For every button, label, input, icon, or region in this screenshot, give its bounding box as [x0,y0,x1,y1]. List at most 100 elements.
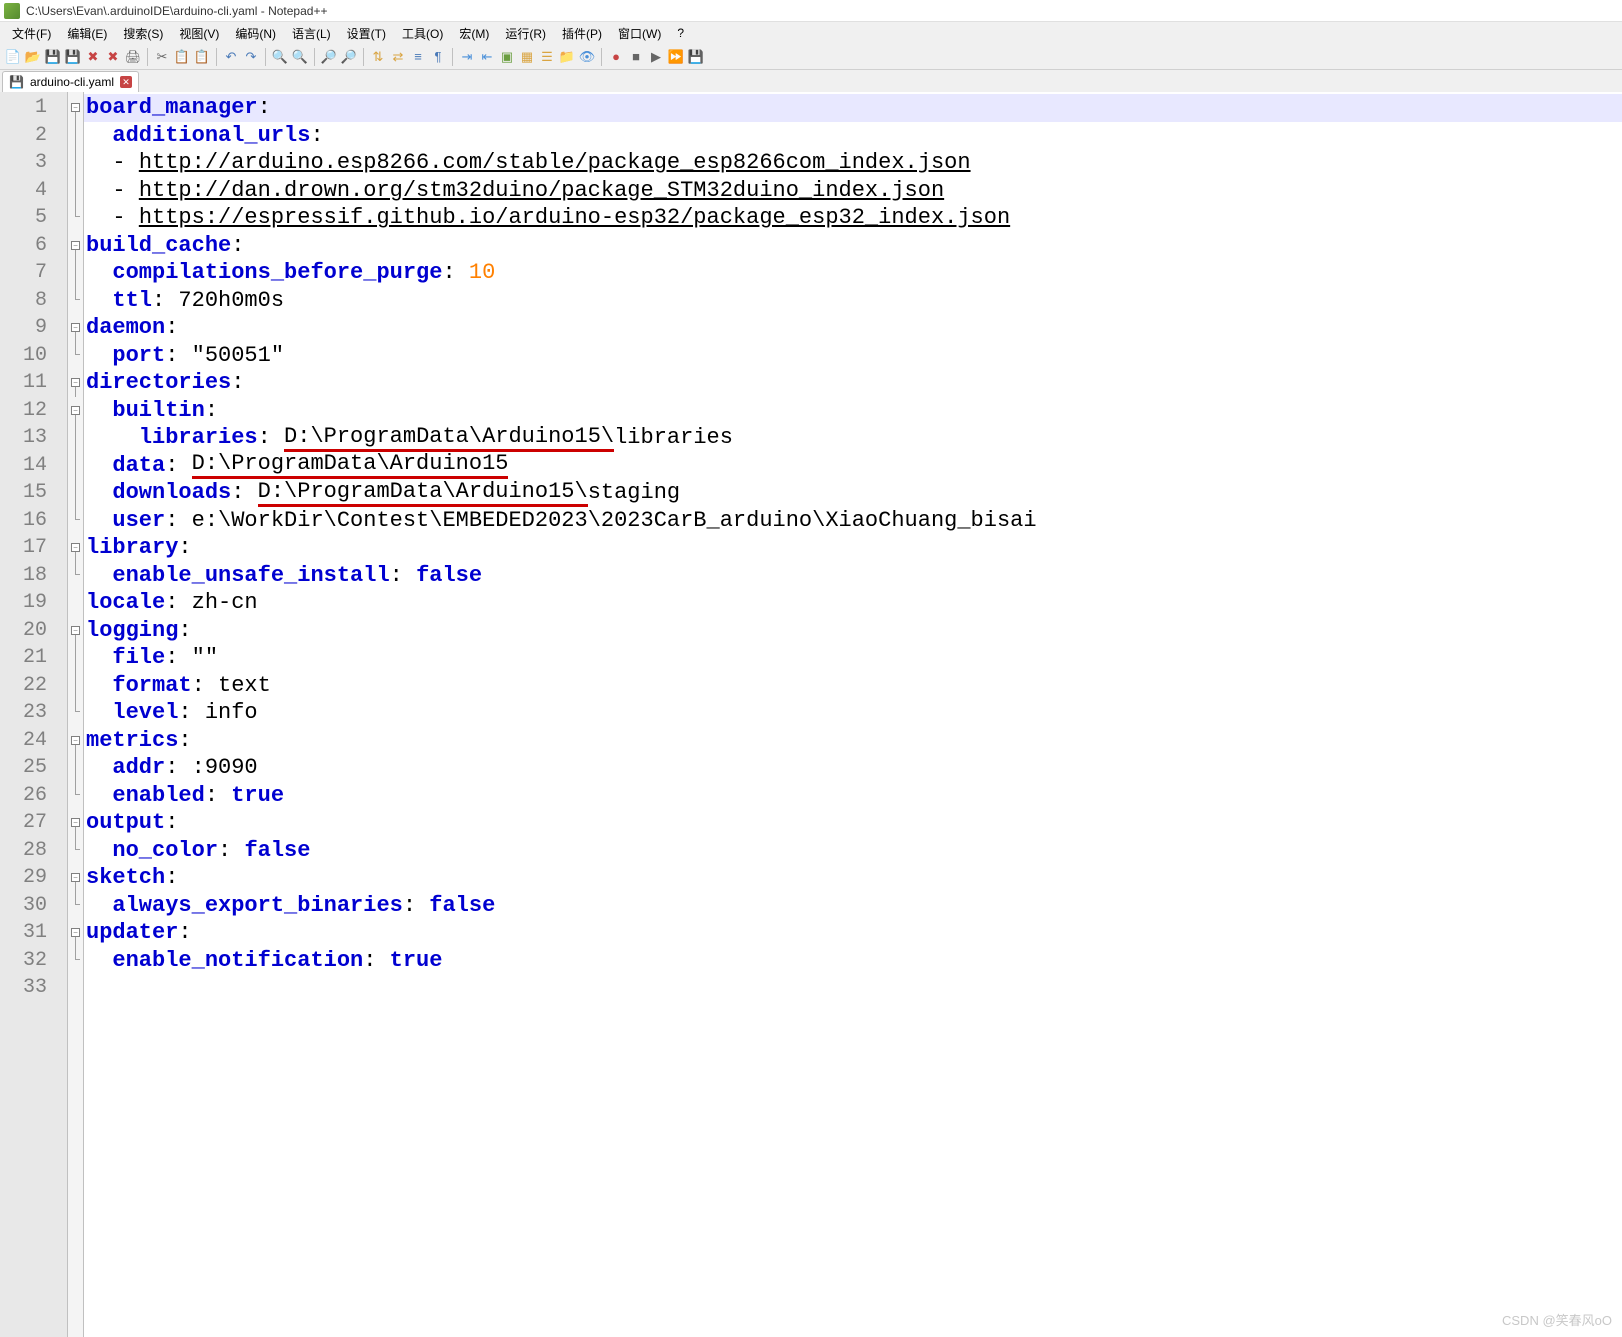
code-line[interactable]: - https://espressif.github.io/arduino-es… [84,204,1622,232]
code-line[interactable]: updater: [84,919,1622,947]
code-line[interactable]: additional_urls: [84,122,1622,150]
menu-file[interactable]: 文件(F) [6,23,57,44]
menu-settings[interactable]: 设置(T) [341,23,392,44]
menu-search[interactable]: 搜索(S) [117,23,169,44]
close-all-icon[interactable]: ✖ [104,48,122,66]
menu-window[interactable]: 窗口(W) [612,23,667,44]
code-line[interactable]: - http://arduino.esp8266.com/stable/pack… [84,149,1622,177]
print-icon[interactable]: 🖨 [124,48,142,66]
new-file-icon[interactable]: 📄 [4,48,22,66]
code-line[interactable]: logging: [84,617,1622,645]
code-line[interactable]: user: e:\WorkDir\Contest\EMBEDED2023\202… [84,507,1622,535]
menu-encoding[interactable]: 编码(N) [229,23,282,44]
code-line[interactable]: builtin: [84,397,1622,425]
fast-icon[interactable]: ⏩ [667,48,685,66]
code-line[interactable]: compilations_before_purge: 10 [84,259,1622,287]
code-line[interactable]: ttl: 720h0m0s [84,287,1622,315]
indent-icon[interactable]: ⇥ [458,48,476,66]
code-line[interactable]: - http://dan.drown.org/stm32duino/packag… [84,177,1622,205]
editor[interactable]: 1234567891011121314151617181920212223242… [0,92,1622,1337]
menu-language[interactable]: 语言(L) [286,23,337,44]
menu-run[interactable]: 运行(R) [499,23,552,44]
code-line[interactable]: libraries: D:\ProgramData\Arduino15\libr… [84,424,1622,452]
monitor-icon[interactable]: 👁 [578,48,596,66]
fold-icon[interactable]: ▣ [498,48,516,66]
wrap-icon[interactable]: ≡ [409,48,427,66]
zoom-out-icon[interactable]: 🔎 [340,48,358,66]
close-icon[interactable]: ✖ [84,48,102,66]
code-line[interactable]: build_cache: [84,232,1622,260]
outdent-icon[interactable]: ⇤ [478,48,496,66]
fold-minus-icon[interactable]: − [71,873,80,882]
menu-macro[interactable]: 宏(M) [453,23,495,44]
menu-plugins[interactable]: 插件(P) [556,23,608,44]
code-line[interactable]: file: "" [84,644,1622,672]
code-area[interactable]: board_manager: additional_urls: - http:/… [84,92,1622,1337]
code-line[interactable]: locale: zh-cn [84,589,1622,617]
code-line[interactable]: directories: [84,369,1622,397]
code-line[interactable]: format: text [84,672,1622,700]
line-number: 23 [0,699,67,727]
code-line[interactable]: always_export_binaries: false [84,892,1622,920]
code-line[interactable]: addr: :9090 [84,754,1622,782]
show-all-icon[interactable]: ¶ [429,48,447,66]
code-line[interactable]: daemon: [84,314,1622,342]
menu-edit[interactable]: 编辑(E) [61,23,113,44]
folder-icon[interactable]: 📁 [558,48,576,66]
code-line[interactable]: level: info [84,699,1622,727]
menu-tools[interactable]: 工具(O) [396,23,449,44]
replace-icon[interactable]: 🔍 [291,48,309,66]
code-line[interactable] [84,974,1622,1002]
tab-arduino-cli[interactable]: 💾 arduino-cli.yaml ✕ [2,71,139,92]
save-icon[interactable]: 💾 [44,48,62,66]
find-icon[interactable]: 🔍 [271,48,289,66]
code-line[interactable]: board_manager: [84,94,1622,122]
doc-map-icon[interactable]: ▦ [518,48,536,66]
cut-icon[interactable]: ✂ [153,48,171,66]
zoom-in-icon[interactable]: 🔎 [320,48,338,66]
menu-bar: 文件(F) 编辑(E) 搜索(S) 视图(V) 编码(N) 语言(L) 设置(T… [0,22,1622,44]
save-all-icon[interactable]: 💾 [64,48,82,66]
sync-v-icon[interactable]: ⇅ [369,48,387,66]
copy-icon[interactable]: 📋 [173,48,191,66]
line-number: 15 [0,479,67,507]
undo-icon[interactable]: ↶ [222,48,240,66]
code-line[interactable]: library: [84,534,1622,562]
fold-minus-icon[interactable]: − [71,543,80,552]
redo-icon[interactable]: ↷ [242,48,260,66]
fold-minus-icon[interactable]: − [71,241,80,250]
fold-minus-icon[interactable]: − [71,378,80,387]
stop-icon[interactable]: ■ [627,48,645,66]
save-macro-icon[interactable]: 💾 [687,48,705,66]
fold-minus-icon[interactable]: − [71,103,80,112]
func-list-icon[interactable]: ☰ [538,48,556,66]
code-line[interactable]: metrics: [84,727,1622,755]
code-line[interactable]: sketch: [84,864,1622,892]
code-line[interactable]: enable_unsafe_install: false [84,562,1622,590]
open-file-icon[interactable]: 📂 [24,48,42,66]
tab-close-icon[interactable]: ✕ [120,76,132,88]
fold-minus-icon[interactable]: − [71,626,80,635]
menu-help[interactable]: ? [671,24,690,42]
fold-cell: − [68,919,83,947]
fold-minus-icon[interactable]: − [71,323,80,332]
code-line[interactable]: no_color: false [84,837,1622,865]
code-line[interactable]: enabled: true [84,782,1622,810]
code-line[interactable]: output: [84,809,1622,837]
record-icon[interactable]: ● [607,48,625,66]
code-line[interactable]: data: D:\ProgramData\Arduino15 [84,452,1622,480]
fold-minus-icon[interactable]: − [71,818,80,827]
keyword: enable_notification [112,948,363,973]
code-line[interactable]: enable_notification: true [84,947,1622,975]
toolbar-sep [147,48,148,66]
code-line[interactable]: port: "50051" [84,342,1622,370]
fold-minus-icon[interactable]: − [71,928,80,937]
fold-cell: − [68,534,83,562]
sync-h-icon[interactable]: ⇄ [389,48,407,66]
play-icon[interactable]: ▶ [647,48,665,66]
fold-minus-icon[interactable]: − [71,406,80,415]
code-line[interactable]: downloads: D:\ProgramData\Arduino15\stag… [84,479,1622,507]
paste-icon[interactable]: 📋 [193,48,211,66]
fold-minus-icon[interactable]: − [71,736,80,745]
menu-view[interactable]: 视图(V) [173,23,225,44]
